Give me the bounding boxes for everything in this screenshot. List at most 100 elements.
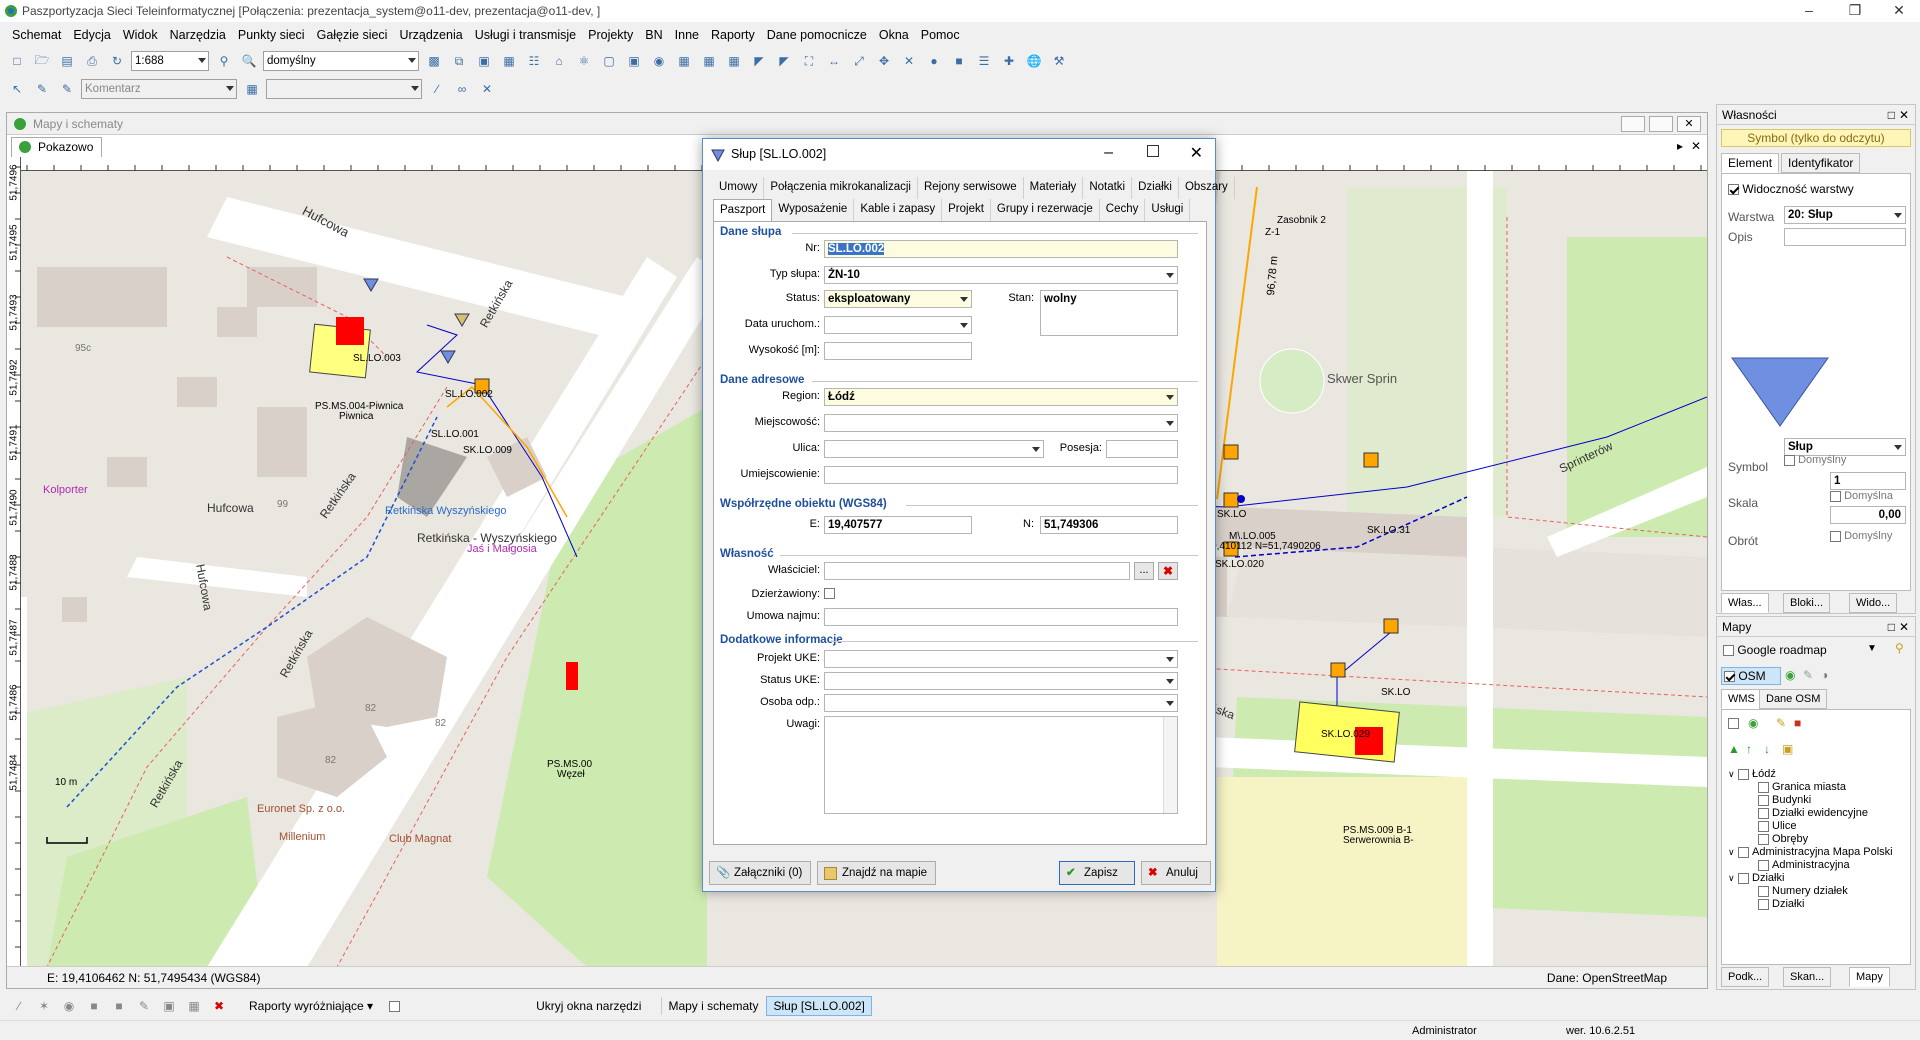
edit2-icon[interactable]: ✎ xyxy=(133,996,155,1016)
well-symbol[interactable] xyxy=(1223,492,1239,508)
map-icon[interactable]: ▣ xyxy=(473,51,495,71)
dialog-tab[interactable]: Umowy xyxy=(713,177,765,199)
tab-bloki[interactable]: Bloki... xyxy=(1783,593,1831,613)
menu-item[interactable]: Dane pomocnicze xyxy=(761,25,873,45)
tree-item[interactable]: Granica miasta xyxy=(1748,781,1846,793)
ukryj-button[interactable]: Ukryj okna narzędzi xyxy=(530,997,647,1015)
zoom-icon[interactable]: ⚲ xyxy=(213,51,235,71)
wlasciciel-clear-icon[interactable]: ✖ xyxy=(1158,562,1178,580)
menu-item[interactable]: Widok xyxy=(117,25,164,45)
wms-globe-icon[interactable]: ◉ xyxy=(1748,716,1758,730)
ulica-select[interactable] xyxy=(824,440,1044,458)
node-symbol[interactable] xyxy=(336,317,364,345)
tree-item[interactable]: Ulice xyxy=(1748,820,1796,832)
find-icon[interactable]: 🔍 xyxy=(238,51,260,71)
tree-item[interactable]: ∨ Administracyjna Mapa Polski xyxy=(1728,846,1893,858)
skala-field[interactable]: 1 xyxy=(1830,472,1906,490)
dialog-tab[interactable]: Obszary xyxy=(1179,177,1235,199)
osm-filter-icon[interactable]: ◑ xyxy=(1821,668,1828,682)
draw-icon[interactable]: ∕ xyxy=(8,996,30,1016)
table-icon[interactable]: ▦ xyxy=(673,51,695,71)
tab-pokazowo[interactable]: Pokazowo xyxy=(11,137,103,157)
tree-item[interactable]: ∨ Łódź xyxy=(1728,768,1776,780)
skala-default-row[interactable]: Domyślna xyxy=(1830,490,1893,502)
umowa-field[interactable] xyxy=(824,608,1178,626)
well-symbol[interactable] xyxy=(1330,662,1346,678)
tree-checkbox[interactable] xyxy=(1758,820,1769,832)
google-dropdown-icon[interactable]: ▼ xyxy=(1867,643,1877,654)
menu-item[interactable]: Usługi i transmisje xyxy=(469,25,582,45)
remove-icon[interactable]: ✖ xyxy=(208,996,230,1016)
lock-icon[interactable]: ▦ xyxy=(241,79,263,99)
tree-expand-icon[interactable]: ∨ xyxy=(1728,769,1738,780)
uwagi-scrollbar[interactable] xyxy=(1163,717,1177,813)
snap-icon[interactable]: ✶ xyxy=(33,996,55,1016)
tree-item[interactable]: Administracyjna xyxy=(1748,859,1850,871)
opis-field[interactable] xyxy=(1784,228,1906,246)
circle-icon[interactable]: ● xyxy=(923,51,945,71)
status-select[interactable]: eksploatowany xyxy=(824,290,972,308)
tab-widoki[interactable]: Wido... xyxy=(1849,593,1898,613)
menu-item[interactable]: Okna xyxy=(873,25,915,45)
minimize-icon[interactable]: – xyxy=(1786,0,1832,22)
nr-field[interactable]: SL.LO.002 xyxy=(824,240,1178,258)
table2-icon[interactable]: ▦ xyxy=(698,51,720,71)
google-row[interactable]: Google roadmap xyxy=(1723,643,1827,657)
posesja-field[interactable] xyxy=(1106,440,1178,458)
point-symbol[interactable] xyxy=(1237,495,1245,503)
wms-add-icon[interactable]: ▲ xyxy=(1728,742,1740,756)
data-select[interactable] xyxy=(824,316,972,334)
obrot-default-checkbox[interactable] xyxy=(1830,530,1841,542)
osm-globe-icon[interactable]: ◉ xyxy=(1785,668,1795,682)
zapisz-button[interactable]: ✔ Zapisz xyxy=(1059,861,1135,885)
taskbar-tab-mapy[interactable]: Mapy i schematy xyxy=(661,997,764,1015)
anuluj-button[interactable]: ✖ Anuluj xyxy=(1141,861,1211,885)
tab-identyfikator[interactable]: Identyfikator xyxy=(1781,153,1861,173)
tab-skany[interactable]: Skan... xyxy=(1783,967,1832,987)
globe2-icon[interactable]: 🌐 xyxy=(1023,51,1045,71)
tools-icon[interactable]: ⚒ xyxy=(1048,51,1070,71)
tab-close-icon[interactable]: ✕ xyxy=(1691,139,1701,153)
tree-item[interactable]: ∨ Działki xyxy=(1728,872,1784,884)
raporty-button[interactable]: Raporty wyróżniające ▾ xyxy=(243,997,379,1015)
node-symbol[interactable] xyxy=(566,662,578,690)
copy-icon[interactable]: ⧉ xyxy=(448,51,470,71)
well-symbol[interactable] xyxy=(1223,444,1239,460)
tree-item[interactable]: Numery działek xyxy=(1748,885,1848,897)
rect2-icon[interactable]: ■ xyxy=(108,996,130,1016)
key-icon[interactable]: ⚲ xyxy=(1895,641,1904,655)
menu-item[interactable]: Narzędzia xyxy=(164,25,232,45)
map-restore-icon[interactable] xyxy=(1649,116,1673,132)
wysokosc-field[interactable] xyxy=(824,342,972,360)
fit-icon[interactable]: ⛶ xyxy=(798,51,820,71)
print-icon[interactable]: ⎙ xyxy=(81,51,103,71)
dzierzawiony-checkbox[interactable] xyxy=(824,588,835,599)
wlasciciel-field[interactable] xyxy=(824,562,1130,580)
dialog-tab[interactable]: Połączenia mikrokanalizacji xyxy=(764,177,918,199)
osoba-select[interactable] xyxy=(824,694,1178,712)
menu-item[interactable]: Urządzenia xyxy=(393,25,468,45)
maps-pin-icon[interactable]: □ xyxy=(1888,617,1895,637)
measure-icon[interactable]: ↔ xyxy=(823,51,845,71)
map-minimize-icon[interactable] xyxy=(1621,116,1645,132)
tree-item[interactable]: Budynki xyxy=(1748,794,1811,806)
tree-icon[interactable]: ☷ xyxy=(523,51,545,71)
menu-item[interactable]: Schemat xyxy=(6,25,67,45)
building-icon[interactable]: ⌂ xyxy=(548,51,570,71)
image-icon[interactable]: ▣ xyxy=(623,51,645,71)
miejscowosc-select[interactable] xyxy=(824,414,1178,432)
layers-icon[interactable]: ☰ xyxy=(973,51,995,71)
tree-expand-icon[interactable]: ∨ xyxy=(1728,873,1738,884)
region-select[interactable]: Łódź xyxy=(824,388,1178,406)
umiejscowienie-field[interactable] xyxy=(824,466,1178,484)
osm-edit-icon[interactable]: ✎ xyxy=(1803,668,1813,682)
tree-item[interactable]: Działki ewidencyjne xyxy=(1748,807,1868,819)
cross-icon[interactable]: ✕ xyxy=(476,79,498,99)
dialog-tab[interactable]: Projekt xyxy=(942,199,991,221)
symbol-default-checkbox[interactable] xyxy=(1784,454,1795,466)
tree-checkbox[interactable] xyxy=(1758,885,1769,897)
obrot-field[interactable]: 0,00 xyxy=(1830,506,1906,524)
delete-icon[interactable]: ✕ xyxy=(898,51,920,71)
expand-icon[interactable]: ⤢ xyxy=(848,51,870,71)
wms-checkbox[interactable] xyxy=(1728,718,1739,729)
